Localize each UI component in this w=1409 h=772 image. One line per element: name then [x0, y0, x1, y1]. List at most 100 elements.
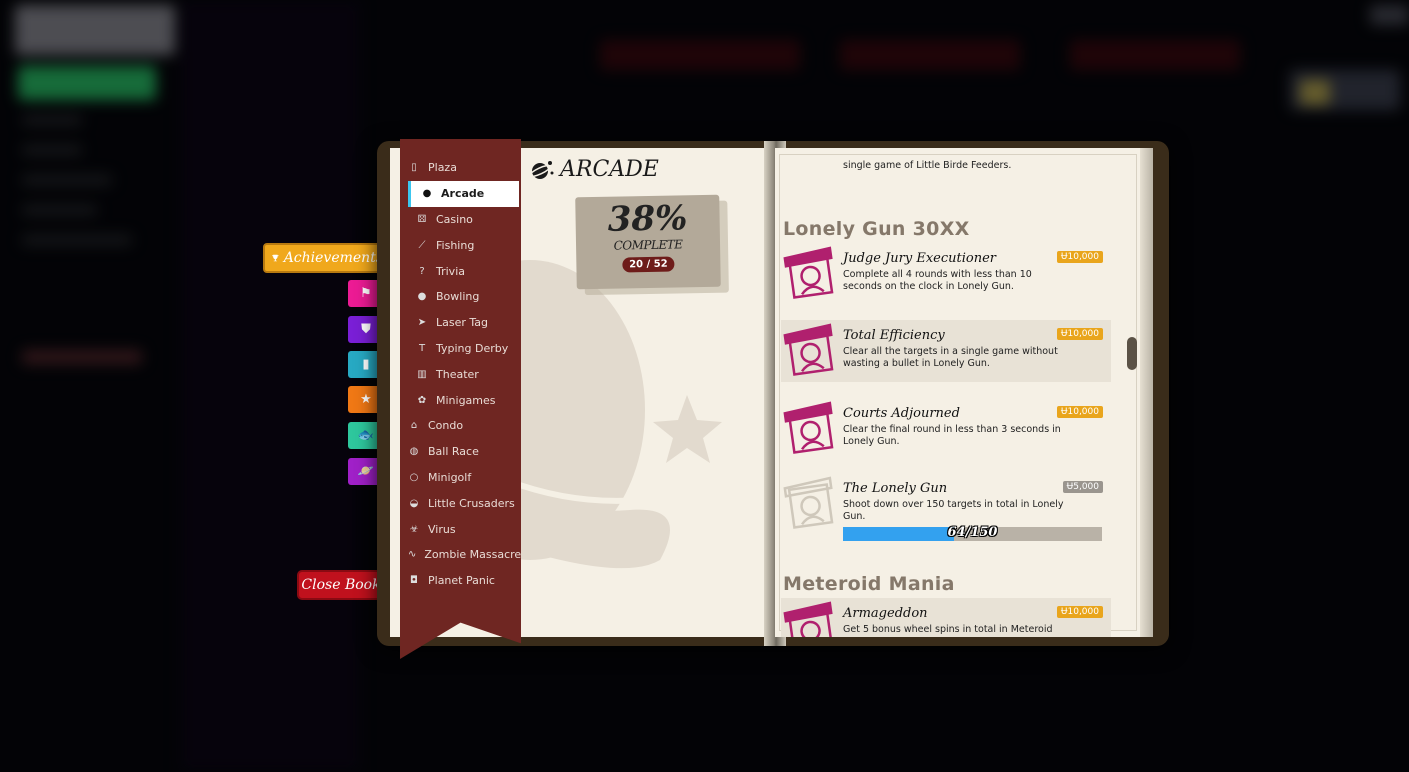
achievements-tab[interactable]: Achievements — [263, 243, 385, 273]
nav-item-zombie-massacre[interactable]: ∿ Zombie Massacre — [400, 542, 521, 568]
nav-item-plaza[interactable]: ▯ Plaza — [400, 155, 521, 181]
fish-icon: 🐟 — [357, 428, 375, 443]
nav-item-planet-panic[interactable]: ◘ Planet Panic — [400, 568, 521, 594]
ball-race-icon: ◍ — [409, 446, 419, 458]
nav-item-label: Bowling — [436, 290, 480, 304]
virus-icon: ☣ — [409, 523, 419, 535]
nav-item-bowling[interactable]: ● Bowling — [400, 284, 521, 310]
section-title: Lonely Gun 30XX — [783, 218, 970, 240]
achievement-name: Armageddon — [843, 606, 928, 621]
nav-item-label: Theater — [436, 367, 479, 381]
arcade-stamp-icon — [781, 398, 839, 456]
achievement-row: Judge Jury Executioner Complete all 4 ro… — [781, 243, 1111, 305]
achievement-name: The Lonely Gun — [843, 481, 948, 496]
completion-percent: 38% — [607, 198, 688, 240]
bar-chart-icon: ▮ — [362, 357, 370, 372]
planet-panic-icon: ◘ — [410, 575, 418, 587]
nav-item-minigolf[interactable]: ○ Minigolf — [400, 465, 521, 491]
arcade-planet-icon — [530, 160, 554, 179]
achievement-name: Total Efficiency — [843, 328, 945, 343]
nav-item-label: Fishing — [436, 238, 475, 252]
trophy-icon — [272, 254, 279, 262]
theater-icon: ▥ — [417, 368, 427, 380]
podium-icon: ★ — [360, 392, 372, 407]
achievement-row: Armageddon Get 5 bonus wheel spins in to… — [781, 598, 1111, 637]
nav-item-label: Arcade — [441, 187, 485, 201]
achievement-desc: Clear the final round in less than 3 sec… — [843, 424, 1061, 447]
nav-item-label: Trivia — [436, 264, 465, 278]
nav-item-label: Minigames — [436, 393, 496, 407]
reward-badge: Ʉ5,000 — [1062, 481, 1103, 493]
arcade-stamp-locked-icon — [781, 473, 839, 531]
casino-icon: ⚄ — [417, 213, 427, 225]
achievement-row: The Lonely Gun Shoot down over 150 targe… — [781, 473, 1111, 541]
typing-derby-icon: T — [418, 342, 426, 354]
close-book-button[interactable]: Close Book — [297, 570, 385, 600]
bowling-icon: ● — [417, 291, 427, 303]
shield-icon: ⛊ — [361, 322, 371, 337]
scrollbar-thumb[interactable] — [1127, 337, 1137, 370]
nav-item-little-crusaders[interactable]: ◒ Little Crusaders — [400, 490, 521, 516]
completion-label: COMPLETE — [613, 237, 683, 253]
arcade-stamp-icon — [781, 598, 839, 637]
achievement-desc: Clear all the targets in a single game w… — [843, 346, 1058, 369]
little-crusaders-icon: ◒ — [409, 497, 419, 509]
nav-item-condo[interactable]: ⌂ Condo — [400, 413, 521, 439]
nav-item-label: Laser Tag — [436, 316, 489, 330]
nav-item-label: Minigolf — [428, 470, 472, 484]
achievement-name: Courts Adjourned — [843, 406, 960, 421]
nav-item-arcade[interactable]: ● Arcade — [408, 180, 519, 207]
completion-count-badge: 20 / 52 — [622, 256, 675, 273]
minigolf-icon: ○ — [409, 471, 419, 483]
nav-item-virus[interactable]: ☣ Virus — [400, 516, 521, 542]
right-page: single game of Little Birde Feeders. Lone… — [775, 148, 1153, 637]
nav-item-trivia[interactable]: ? Trivia — [400, 258, 521, 284]
nav-item-typing-derby[interactable]: T Typing Derby — [400, 336, 521, 362]
completion-card: 38% COMPLETE 20 / 52 — [575, 194, 721, 290]
achievements-label: Achievements — [283, 250, 383, 266]
nav-item-label: Plaza — [428, 161, 457, 175]
achievement-progress-bar: 64/150 — [843, 525, 1102, 541]
reward-badge: Ʉ10,000 — [1056, 606, 1103, 618]
trivia-icon: ? — [419, 265, 425, 277]
nav-item-ball-race[interactable]: ◍ Ball Race — [400, 439, 521, 465]
arcade-stamp-icon — [781, 320, 839, 378]
nav-item-label: Zombie Massacre — [424, 548, 522, 562]
achievement-row: Courts Adjourned Clear the final round i… — [781, 398, 1111, 460]
nav-item-label: Typing Derby — [436, 341, 509, 355]
category-title-text: ARCADE — [560, 157, 659, 182]
zombie-massacre-icon: ∿ — [408, 549, 417, 561]
nav-item-minigames[interactable]: ✿ Minigames — [400, 387, 521, 413]
category-title: ARCADE — [530, 157, 659, 182]
nav-item-label: Virus — [428, 522, 456, 536]
section-title: Meteroid Mania — [783, 573, 955, 595]
plaza-icon: ▯ — [411, 162, 417, 174]
achievement-desc: Get 5 bonus wheel spins in total in Mete… — [843, 624, 1053, 635]
achievement-desc: Complete all 4 rounds with less than 10 … — [843, 269, 1032, 292]
partial-achievement-desc: single game of Little Birde Feeders. — [843, 160, 1012, 171]
achievement-desc: Shoot down over 150 targets in total in … — [843, 499, 1064, 522]
achievement-name: Judge Jury Executioner — [843, 251, 996, 266]
nav-item-label: Planet Panic — [428, 574, 495, 588]
fishing-icon: ⟋ — [418, 239, 426, 251]
arcade-icon: ● — [422, 188, 432, 200]
nav-item-casino[interactable]: ⚄ Casino — [400, 207, 521, 233]
category-nav: ▯ Plaza ● Arcade ⚄ Casino ⟋ Fishing? Trivia ● Bowl… — [400, 155, 521, 594]
planet-icon: 🪐 — [357, 464, 375, 479]
nav-item-label: Casino — [436, 212, 473, 226]
arcade-stamp-icon — [781, 243, 839, 301]
reward-badge: Ʉ10,000 — [1056, 328, 1103, 340]
achievement-row: Total Efficiency Clear all the targets i… — [781, 320, 1111, 382]
minigames-icon: ✿ — [417, 394, 427, 406]
reward-badge: Ʉ10,000 — [1056, 251, 1103, 263]
nav-item-laser-tag[interactable]: ➤ Laser Tag — [400, 310, 521, 336]
laser-tag-icon: ➤ — [417, 317, 427, 329]
reward-badge: Ʉ10,000 — [1056, 406, 1103, 418]
condo-icon: ⌂ — [410, 420, 418, 432]
page-edge — [1140, 148, 1153, 637]
nav-item-theater[interactable]: ▥ Theater — [400, 361, 521, 387]
nav-item-label: Little Crusaders — [428, 496, 515, 510]
flag-icon: ⚑ — [360, 286, 372, 301]
nav-item-fishing[interactable]: ⟋ Fishing — [400, 232, 521, 258]
nav-item-label: Ball Race — [428, 445, 479, 459]
